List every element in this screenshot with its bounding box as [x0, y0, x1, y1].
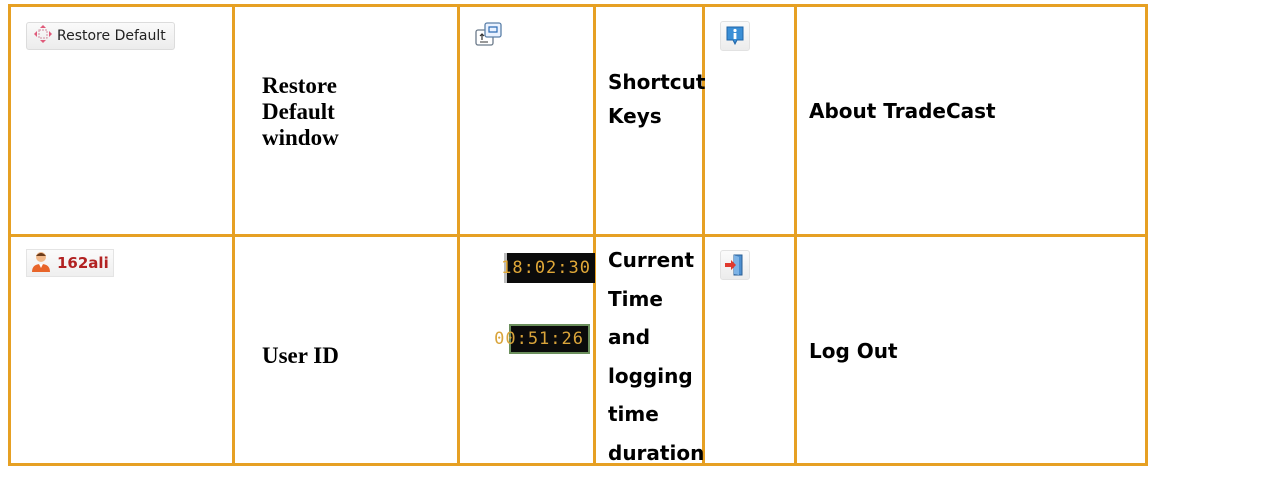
shortcut-keys-icon-cell	[457, 4, 596, 237]
restore-default-cell: Restore Default	[8, 4, 235, 237]
logout-door-icon[interactable]	[720, 250, 750, 280]
restore-arrows-icon	[33, 24, 53, 48]
shortcut-keys-description-cell: Shortcut Keys	[593, 4, 706, 237]
help-reference-table: Restore Default Restore Default window S…	[8, 4, 1148, 466]
time-description: Current Time and logging time duration	[608, 248, 705, 465]
user-id-description: User ID	[262, 343, 339, 368]
logging-duration-clock: 00:51:26	[494, 324, 590, 354]
user-id-chip: 162ali	[26, 249, 114, 277]
about-icon-cell	[702, 4, 797, 237]
user-id-description-cell: User ID	[232, 234, 460, 466]
logout-description-cell: Log Out	[794, 234, 1148, 466]
about-description-cell: About TradeCast	[794, 4, 1148, 237]
shortcut-keys-description: Shortcut Keys	[608, 70, 706, 128]
table-row: Restore Default Restore Default window S…	[8, 4, 1148, 237]
restore-default-button[interactable]: Restore Default	[26, 22, 175, 50]
info-icon[interactable]	[720, 21, 750, 51]
time-description-cell: Current Time and logging time duration	[593, 234, 705, 466]
current-time-clock: 18:02:30	[501, 253, 595, 283]
user-avatar-icon	[31, 250, 51, 277]
logout-icon-cell	[702, 234, 797, 466]
about-tradecast-description: About TradeCast	[809, 99, 996, 123]
table-row: 162ali User ID 18:02:30 00:51:26 Current…	[8, 234, 1148, 466]
log-out-description: Log Out	[809, 339, 898, 363]
user-id-chip-cell: 162ali	[8, 234, 235, 466]
clock-cell: 18:02:30 00:51:26	[457, 234, 596, 466]
user-id-value: 162ali	[57, 254, 109, 272]
keyboard-shortcut-icon[interactable]	[475, 22, 503, 55]
restore-default-description-cell: Restore Default window	[232, 4, 460, 237]
restore-default-description: Restore Default window	[262, 73, 339, 150]
restore-default-label: Restore Default	[57, 28, 166, 44]
